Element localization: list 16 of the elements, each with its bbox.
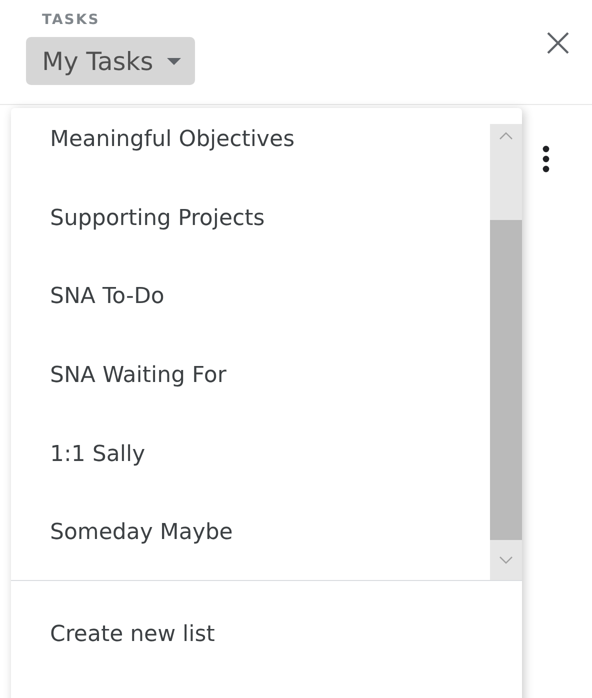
close-icon[interactable]	[546, 31, 570, 55]
menu-item[interactable]: Meaningful Objectives	[11, 108, 490, 187]
menu-item[interactable]: Create new list	[11, 620, 350, 650]
scrollbar[interactable]	[490, 124, 522, 580]
menu-item[interactable]: 1:1 Sally	[11, 422, 490, 502]
section-label: TASKS	[42, 11, 100, 29]
scroll-down-icon[interactable]	[499, 556, 513, 564]
more-icon[interactable]	[542, 145, 550, 173]
list-dropdown[interactable]: My Tasks	[26, 37, 196, 85]
menu-item[interactable]: SNA To-Do	[11, 265, 490, 344]
menu-item[interactable]: Someday Maybe	[11, 501, 490, 580]
caret-icon	[167, 58, 182, 64]
menu-item[interactable]: Supporting Projects	[11, 186, 490, 266]
scroll-up-icon[interactable]	[499, 132, 513, 140]
menu-item[interactable]: SNA Waiting For	[11, 344, 490, 423]
scrollbar-thumb[interactable]	[490, 220, 522, 540]
